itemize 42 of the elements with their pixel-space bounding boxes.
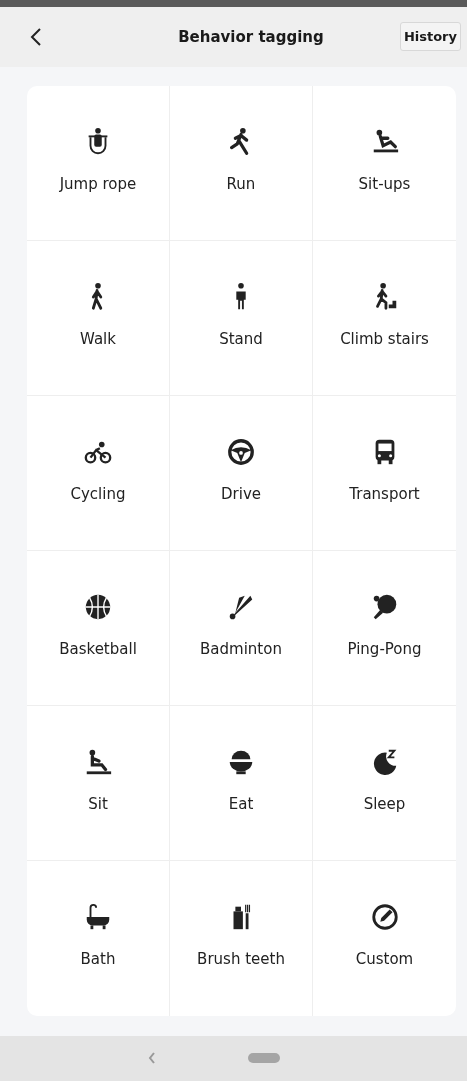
behavior-tile[interactable]: Transport — [313, 395, 456, 551]
behavior-tile[interactable]: Eat — [170, 705, 313, 861]
behavior-tile[interactable]: Climb stairs — [313, 240, 456, 396]
behavior-label: Drive — [221, 484, 261, 503]
back-icon[interactable] — [30, 26, 42, 47]
steering-wheel-icon — [226, 436, 256, 467]
behavior-label: Custom — [355, 950, 414, 969]
behavior-tile[interactable]: Sit-ups — [313, 85, 456, 241]
behavior-label: Eat — [228, 794, 254, 813]
behavior-tile[interactable]: Sleep — [313, 705, 456, 861]
behavior-label: Brush teeth — [197, 950, 285, 969]
behavior-label: Sit — [88, 794, 108, 813]
behavior-tile[interactable]: Stand — [170, 240, 313, 396]
behavior-label: Transport — [349, 484, 420, 503]
behavior-label: Sit-ups — [358, 174, 411, 193]
page-title: Behavior tagging — [178, 27, 324, 46]
behavior-label: Badminton — [200, 639, 282, 658]
home-pill[interactable] — [247, 1053, 280, 1064]
behavior-label: Jump rope — [59, 174, 137, 193]
history-button[interactable]: History — [399, 22, 461, 52]
behavior-label: Climb stairs — [340, 329, 429, 348]
behavior-label: Stand — [219, 329, 263, 348]
behavior-tile[interactable]: Drive — [170, 395, 313, 551]
behavior-label: Basketball — [59, 639, 137, 658]
behavior-tile[interactable]: Jump rope — [27, 85, 170, 241]
pencil-circle-icon — [369, 902, 400, 933]
behavior-label: Run — [226, 174, 256, 193]
behavior-tile[interactable]: Walk — [27, 240, 170, 396]
behavior-tile[interactable]: Sit — [27, 705, 170, 861]
behavior-label: Cycling — [70, 484, 126, 503]
behavior-tile[interactable]: Brush teeth — [170, 860, 313, 1016]
behavior-label: Walk — [80, 329, 116, 348]
behavior-label: Bath — [80, 950, 116, 969]
behavior-tile[interactable]: Ping-Pong — [313, 550, 456, 706]
behavior-label: Sleep — [363, 794, 406, 813]
behavior-tile[interactable]: Run — [170, 85, 313, 241]
behavior-tile[interactable]: Bath — [27, 860, 170, 1016]
behavior-tile[interactable]: Cycling — [27, 395, 170, 551]
behavior-label: Ping-Pong — [347, 639, 422, 658]
behavior-tile[interactable]: Badminton — [170, 550, 313, 706]
behavior-tile[interactable]: Basketball — [27, 550, 170, 706]
behavior-tile[interactable]: Custom — [313, 860, 456, 1016]
